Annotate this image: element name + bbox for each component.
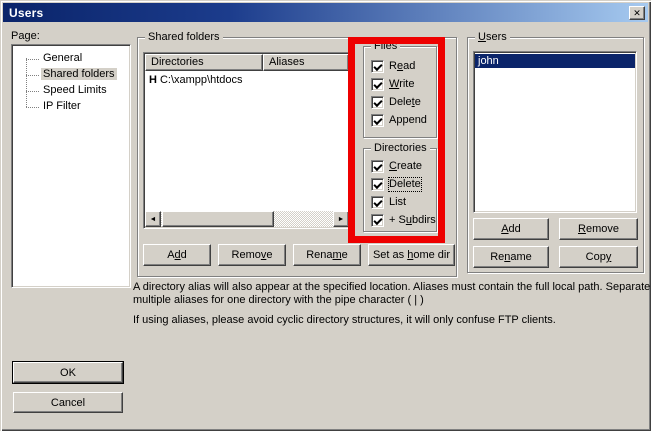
users-dialog: Users ✕ Page: General Shared folders Spe…: [0, 0, 651, 431]
directories-group-label: Directories: [371, 142, 430, 154]
dir-list-option[interactable]: List: [371, 195, 406, 209]
write-checkbox[interactable]: [371, 78, 384, 91]
user-row-john[interactable]: john: [475, 54, 635, 68]
subdirs-checkbox[interactable]: [371, 214, 384, 227]
home-marker: H: [146, 74, 160, 86]
append-checkbox[interactable]: [371, 114, 384, 127]
dir-subdirs-option[interactable]: + Subdirs: [371, 213, 436, 227]
files-append-option[interactable]: Append: [371, 113, 427, 127]
column-header-directories[interactable]: Directories: [145, 54, 263, 71]
horizontal-scrollbar[interactable]: ◄ ►: [145, 211, 349, 227]
page-label: Page:: [11, 30, 40, 42]
titlebar[interactable]: Users: [3, 3, 648, 22]
user-copy-button[interactable]: Copy: [559, 246, 638, 268]
scroll-left-icon: ◄: [150, 216, 157, 223]
cancel-button[interactable]: Cancel: [13, 392, 123, 413]
close-icon: ✕: [633, 9, 641, 18]
page-tree: General Shared folders Speed Limits IP F…: [11, 44, 131, 288]
files-write-option[interactable]: Write: [371, 77, 414, 91]
ok-button[interactable]: OK: [13, 362, 123, 383]
folder-remove-button[interactable]: Remove: [218, 244, 286, 266]
page-item-ip-filter[interactable]: IP Filter: [12, 99, 130, 115]
dir-delete-option[interactable]: Delete: [371, 177, 421, 191]
shared-folders-group-label: Shared folders: [145, 31, 223, 43]
column-header-aliases[interactable]: Aliases: [263, 54, 349, 71]
scroll-left-button[interactable]: ◄: [145, 211, 161, 227]
alias-description-para1: A directory alias will also appear at th…: [133, 281, 651, 307]
files-permissions-group: Files Read Write Delete Append: [363, 46, 437, 138]
directories-permissions-group: Directories Create Delete List + Subdirs: [363, 148, 437, 232]
scroll-right-icon: ►: [338, 216, 345, 223]
dir-create-option[interactable]: Create: [371, 159, 422, 173]
window-title: Users: [3, 6, 43, 20]
create-checkbox[interactable]: [371, 160, 384, 173]
page-item-shared-folders[interactable]: Shared folders: [12, 67, 130, 83]
users-listbox[interactable]: john: [473, 51, 637, 213]
user-add-button[interactable]: Add: [473, 218, 549, 240]
page-item-speed-limits[interactable]: Speed Limits: [12, 83, 130, 99]
user-remove-button[interactable]: Remove: [559, 218, 638, 240]
directories-listview[interactable]: Directories Aliases HC:\xampp\htdocs ◄ ►: [143, 52, 351, 229]
read-checkbox[interactable]: [371, 60, 384, 73]
folder-rename-button[interactable]: Rename: [293, 244, 361, 266]
set-as-home-dir-button[interactable]: Set as home dir: [368, 244, 455, 266]
list-checkbox[interactable]: [371, 196, 384, 209]
user-rename-button[interactable]: Rename: [473, 246, 549, 268]
listview-header: Directories Aliases: [145, 54, 349, 71]
users-group-label: Users: [475, 31, 510, 43]
files-group-label: Files: [371, 40, 400, 52]
page-item-general[interactable]: General: [12, 51, 130, 67]
directory-row[interactable]: HC:\xampp\htdocs: [146, 73, 243, 87]
alias-description: A directory alias will also appear at th…: [133, 281, 651, 334]
scrollbar-thumb[interactable]: [162, 211, 274, 227]
dir-delete-checkbox[interactable]: [371, 178, 384, 191]
scroll-right-button[interactable]: ►: [333, 211, 349, 227]
close-button[interactable]: ✕: [629, 6, 645, 20]
files-delete-option[interactable]: Delete: [371, 95, 421, 109]
alias-description-para2: If using aliases, please avoid cyclic di…: [133, 314, 651, 327]
directory-path: C:\xampp\htdocs: [160, 74, 243, 86]
file-delete-checkbox[interactable]: [371, 96, 384, 109]
folder-add-button[interactable]: Add: [143, 244, 211, 266]
files-read-option[interactable]: Read: [371, 59, 415, 73]
